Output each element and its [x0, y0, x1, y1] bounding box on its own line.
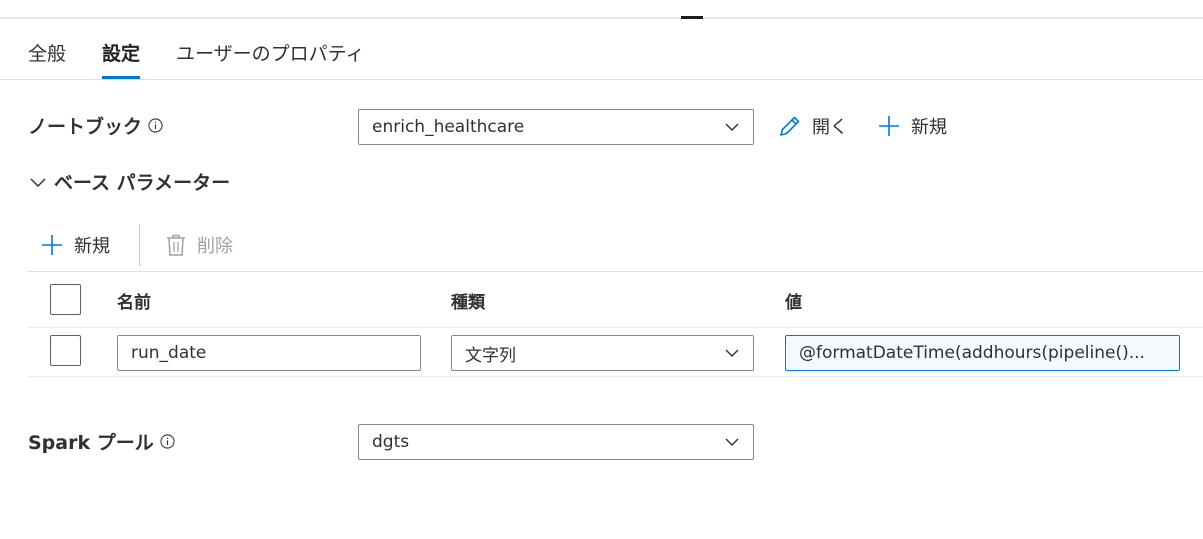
- info-icon[interactable]: [160, 434, 175, 449]
- chevron-down-icon: [30, 177, 46, 187]
- top-indicator: [681, 16, 703, 19]
- pencil-icon: [780, 116, 800, 136]
- column-header-value: 値: [785, 293, 802, 313]
- tab-settings[interactable]: 設定: [102, 40, 141, 80]
- chevron-down-icon: [725, 123, 739, 131]
- grid-header-border: [28, 271, 1203, 272]
- spark-pool-select[interactable]: dgts: [358, 424, 754, 460]
- delete-param-button[interactable]: 削除: [165, 232, 233, 258]
- info-icon[interactable]: [148, 118, 163, 133]
- spark-pool-select-value: dgts: [372, 432, 410, 452]
- base-params-title: ベース パラメーター: [54, 172, 231, 194]
- open-notebook-label: 開く: [812, 117, 848, 138]
- grid-bottom-border: [28, 376, 1203, 377]
- chevron-down-icon: [725, 438, 739, 446]
- column-header-name: 名前: [117, 293, 151, 313]
- param-type-select[interactable]: 文字列: [451, 335, 754, 371]
- new-notebook-button[interactable]: 新規: [877, 113, 947, 139]
- plus-icon: [879, 116, 899, 136]
- param-name-input[interactable]: run_date: [117, 335, 421, 371]
- open-notebook-button[interactable]: 開く: [778, 113, 848, 139]
- new-param-label: 新規: [74, 236, 110, 257]
- base-params-toggle[interactable]: ベース パラメーター: [30, 168, 230, 195]
- param-value-input[interactable]: @formatDateTime(addhours(pipeline()...: [785, 335, 1180, 371]
- tabs-divider: [0, 79, 1203, 80]
- trash-icon: [167, 234, 185, 256]
- notebook-select-value: enrich_healthcare: [372, 117, 525, 137]
- column-header-type: 種類: [451, 293, 485, 313]
- param-type-value: 文字列: [465, 345, 516, 366]
- top-border: [0, 17, 1203, 19]
- row-checkbox[interactable]: [50, 335, 81, 366]
- toolbar-separator: [139, 224, 140, 266]
- tab-general[interactable]: 全般: [28, 40, 66, 80]
- new-notebook-label: 新規: [911, 117, 947, 138]
- notebook-select[interactable]: enrich_healthcare: [358, 109, 754, 145]
- tab-bar: 全般 設定 ユーザーのプロパティ: [28, 40, 401, 80]
- tab-user-properties[interactable]: ユーザーのプロパティ: [176, 40, 364, 80]
- delete-param-label: 削除: [197, 236, 233, 257]
- new-param-button[interactable]: 新規: [40, 232, 110, 258]
- chevron-down-icon: [725, 349, 739, 357]
- plus-icon: [42, 235, 62, 255]
- grid-header-divider: [28, 327, 1203, 328]
- spark-pool-label-group: Spark プール: [28, 428, 175, 455]
- spark-pool-label: Spark プール: [28, 432, 154, 454]
- notebook-label: ノートブック: [28, 116, 143, 138]
- notebook-label-group: ノートブック: [28, 112, 163, 139]
- select-all-checkbox[interactable]: [50, 284, 81, 315]
